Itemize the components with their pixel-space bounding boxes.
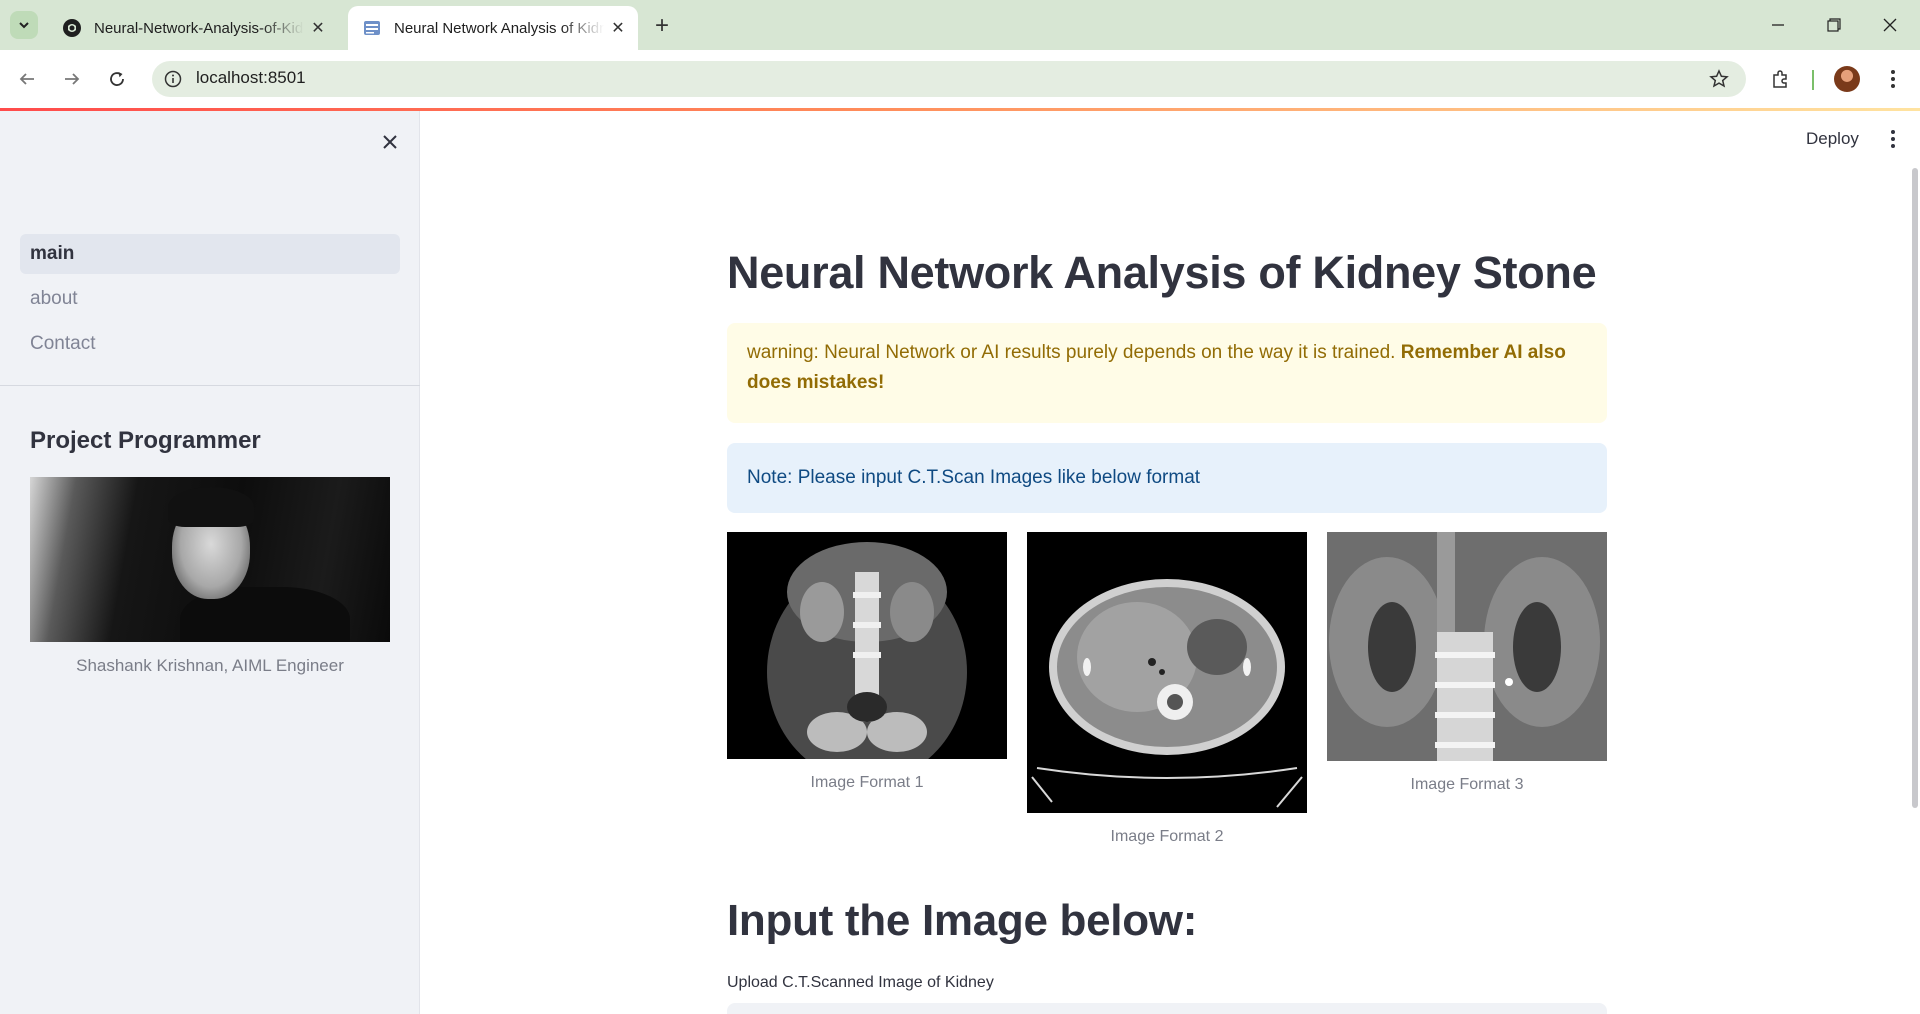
ct-image-format-3 [1327, 532, 1607, 761]
sidebar-item-main[interactable]: main [20, 234, 400, 274]
upload-label: Upload C.T.Scanned Image of Kidney [727, 974, 994, 991]
input-section-heading: Input the Image below: [727, 896, 1198, 945]
browser-tab-strip: Neural-Network-Analysis-of-Kidney-Stone … [0, 0, 1920, 50]
new-tab-button[interactable]: + [648, 12, 676, 40]
window-close-icon[interactable] [1862, 0, 1918, 50]
tab-search-button[interactable] [10, 11, 38, 39]
extensions-puzzle-icon[interactable] [1766, 64, 1796, 94]
image-caption-3: Image Format 3 [1410, 776, 1524, 793]
close-tab-icon[interactable]: ✕ [604, 14, 632, 42]
image-caption-2: Image Format 2 [1110, 828, 1224, 845]
close-tab-icon[interactable]: ✕ [304, 14, 332, 42]
sidebar-nav: main about Contact [20, 234, 400, 369]
photo-caption: Shashank Krishnan, AIML Engineer [76, 656, 344, 675]
sidebar-heading: Project Programmer [30, 427, 261, 454]
ct-image-format-1 [727, 532, 1007, 759]
page-scrollbar[interactable] [1912, 168, 1918, 808]
warning-text: warning: Neural Network or AI results pu… [747, 342, 1401, 363]
forward-arrow-icon[interactable] [57, 64, 87, 94]
chevron-down-icon [19, 22, 29, 29]
profile-avatar[interactable] [1834, 66, 1860, 92]
toolbar-divider [1812, 70, 1814, 90]
tab-title: Neural-Network-Analysis-of-Kidney-Stone [94, 19, 304, 37]
app-menu-icon[interactable] [1878, 124, 1908, 154]
github-icon [62, 18, 82, 38]
app-favicon-icon [362, 18, 382, 38]
site-info-icon[interactable] [160, 66, 186, 92]
minimize-icon[interactable] [1750, 0, 1806, 50]
back-arrow-icon[interactable] [12, 64, 42, 94]
bookmark-star-icon[interactable] [1704, 64, 1734, 94]
browser-menu-icon[interactable] [1878, 64, 1908, 94]
url-text[interactable]: localhost:8501 [196, 68, 306, 88]
file-uploader-dropzone[interactable] [727, 1003, 1607, 1014]
restore-icon[interactable] [1806, 0, 1862, 50]
sidebar-divider [0, 385, 420, 386]
sidebar: main about Contact Project Programmer Sh… [0, 111, 420, 1014]
programmer-photo [30, 477, 390, 642]
sidebar-item-contact[interactable]: Contact [20, 324, 400, 364]
info-alert: Note: Please input C.T.Scan Images like … [727, 443, 1607, 513]
reload-icon[interactable] [102, 64, 132, 94]
photo-hair-shape [168, 487, 254, 527]
close-sidebar-icon[interactable] [376, 128, 404, 156]
sidebar-item-about[interactable]: about [20, 279, 400, 319]
address-bar[interactable] [152, 61, 1746, 97]
ct-image-format-2 [1027, 532, 1307, 813]
image-caption-1: Image Format 1 [810, 774, 924, 791]
tab-title: Neural Network Analysis of Kidney Stone [394, 19, 604, 37]
page-title: Neural Network Analysis of Kidney Stone [727, 247, 1597, 298]
info-text: Note: Please input C.T.Scan Images like … [747, 467, 1201, 488]
warning-alert: warning: Neural Network or AI results pu… [727, 323, 1607, 423]
browser-tab-streamlit[interactable]: Neural Network Analysis of Kidney Stone … [348, 6, 638, 50]
deploy-button[interactable]: Deploy [1796, 123, 1869, 155]
browser-tab-github[interactable]: Neural-Network-Analysis-of-Kidney-Stone … [48, 6, 338, 50]
